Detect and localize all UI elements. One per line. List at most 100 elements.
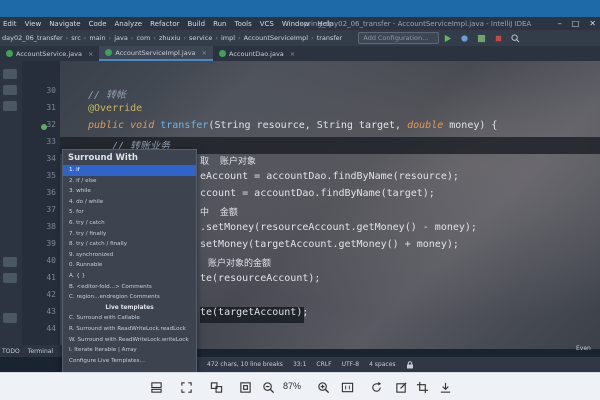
todo-tool-button[interactable]: TODO [2,348,20,355]
surround-option[interactable]: 0. Runnable [63,260,196,271]
breadcrumb-method[interactable]: transfer [315,34,345,42]
run-configuration-select[interactable]: Add Configuration... [358,32,440,44]
override-marker-icon[interactable] [40,123,48,131]
line-number: 36 [46,188,56,197]
class-icon [105,49,113,56]
event-log-button[interactable]: Even [576,345,591,352]
code-line: .setMoney(resourceAccount.getMoney() - m… [200,222,477,233]
menu-build[interactable]: Build [184,20,210,28]
zoom-out-icon[interactable] [261,380,275,394]
live-template-option[interactable]: W. Surround with ReadWriteLock.writeLock [63,335,196,346]
code-keyword: double [407,120,444,131]
breadcrumb-class[interactable]: AccountServiceImpl [242,34,310,42]
rotate-icon[interactable] [369,380,383,394]
edit-icon[interactable] [394,380,408,394]
line-number: 43 [46,307,56,316]
debug-icon[interactable] [460,34,469,43]
code-line: setMoney(targetAccount.getMoney() + mone… [200,239,459,250]
surround-option[interactable]: 7. try / finally [63,229,196,240]
search-icon[interactable] [511,33,520,43]
zoom-in-icon[interactable] [316,380,330,394]
live-template-option[interactable]: C. Surround with Callable [63,313,196,324]
menu-view[interactable]: View [22,20,47,28]
line-number: 38 [46,222,56,231]
terminal-tool-button[interactable]: Terminal [28,348,53,355]
tab-account-service[interactable]: AccountService.java × [0,46,99,61]
window-title: spring_day02_06_transfer - AccountServic… [300,19,532,28]
line-number: 33 [46,137,56,146]
menu-vcs[interactable]: VCS [257,20,279,28]
fit-window-icon[interactable] [149,380,163,394]
menu-refactor[interactable]: Refactor [147,20,184,28]
breadcrumb-main[interactable]: main [87,34,107,42]
indent-setting[interactable]: 4 spaces [369,361,395,368]
breadcrumb-com[interactable]: com [134,34,152,42]
surround-option[interactable]: 9. synchronized [63,250,196,261]
run-icon[interactable] [443,34,452,43]
surround-option[interactable]: 3. while [63,186,196,197]
one-to-one-icon[interactable] [340,380,354,394]
surround-option[interactable]: A. { } [63,271,196,282]
title-bar [0,0,600,17]
menu-edit[interactable]: Edit [0,20,22,28]
close-tab-icon[interactable]: × [202,49,207,57]
live-template-option[interactable]: R. Surround with ReadWriteLock.readLock [63,324,196,335]
surround-option[interactable]: 5. for [63,207,196,218]
surround-option[interactable]: 4. do / while [63,197,196,208]
line-number: 42 [46,290,56,299]
line-number: 39 [46,239,56,248]
fullscreen-icon[interactable] [179,380,193,394]
tab-account-service-impl[interactable]: AccountServiceImpl.java × [99,46,213,61]
lock-icon[interactable] [406,360,414,369]
download-icon[interactable] [438,380,452,394]
crop-icon[interactable] [415,380,429,394]
surround-option[interactable]: 8. try / catch / finally [63,239,196,250]
compare-icon[interactable] [209,380,223,394]
menu-analyze[interactable]: Analyze [112,20,148,28]
breadcrumb-service[interactable]: service [187,34,214,42]
breadcrumb-impl[interactable]: impl [219,34,237,42]
surround-option[interactable]: 1. if [63,165,196,176]
minimize-icon[interactable]: – [558,19,562,28]
code-line: te(resourceAccount); [200,273,321,284]
line-number: 37 [46,205,56,214]
tab-account-dao[interactable]: AccountDao.java × [213,46,301,61]
code-comment: 取 账户对象 [200,157,256,167]
breadcrumb-zhuxiu[interactable]: zhuxiu [157,34,182,42]
live-template-option[interactable]: I. Iterate Iterable | Array [63,345,196,356]
project-tool-icon[interactable] [3,69,17,79]
breadcrumb-project[interactable]: day02_06_transfer [0,34,65,42]
surround-option[interactable]: 2. if / else [63,176,196,187]
line-separator[interactable]: CRLF [316,361,331,368]
menu-navigate[interactable]: Navigate [46,20,85,28]
menu-run[interactable]: Run [210,20,231,28]
configure-live-templates[interactable]: Configure Live Templates... [63,356,196,367]
actual-size-icon[interactable] [238,380,252,394]
line-number: 34 [46,154,56,163]
caret-position[interactable]: 33:1 [293,361,306,368]
maven-tool-icon[interactable] [3,257,17,267]
surround-option[interactable]: C. region...endregion Comments [63,292,196,303]
stop-icon[interactable] [494,34,503,43]
close-tab-icon[interactable]: × [290,50,295,58]
code-keyword: public void [88,120,161,131]
surround-option[interactable]: B. <editor-fold...> Comments [63,282,196,293]
breadcrumb-src[interactable]: src [69,34,83,42]
database-tool-icon[interactable] [3,313,17,323]
tab-label: AccountDao.java [229,49,284,58]
line-number: 35 [46,171,56,180]
coverage-icon[interactable] [477,34,486,43]
surround-option[interactable]: 6. try / catch [63,218,196,229]
close-icon[interactable]: ✕ [589,19,596,28]
favorites-tool-icon[interactable] [3,101,17,111]
structure-tool-icon[interactable] [3,85,17,95]
menu-code[interactable]: Code [86,20,112,28]
close-tab-icon[interactable]: × [88,50,93,58]
maximize-icon[interactable]: □ [572,19,580,28]
code-params-end: money) { [443,120,498,131]
web-tool-icon[interactable] [3,273,17,283]
menu-tools[interactable]: Tools [232,20,257,28]
breadcrumb-java[interactable]: java [112,34,130,42]
popup-title: Surround With [68,153,138,163]
file-encoding[interactable]: UTF-8 [342,361,360,368]
